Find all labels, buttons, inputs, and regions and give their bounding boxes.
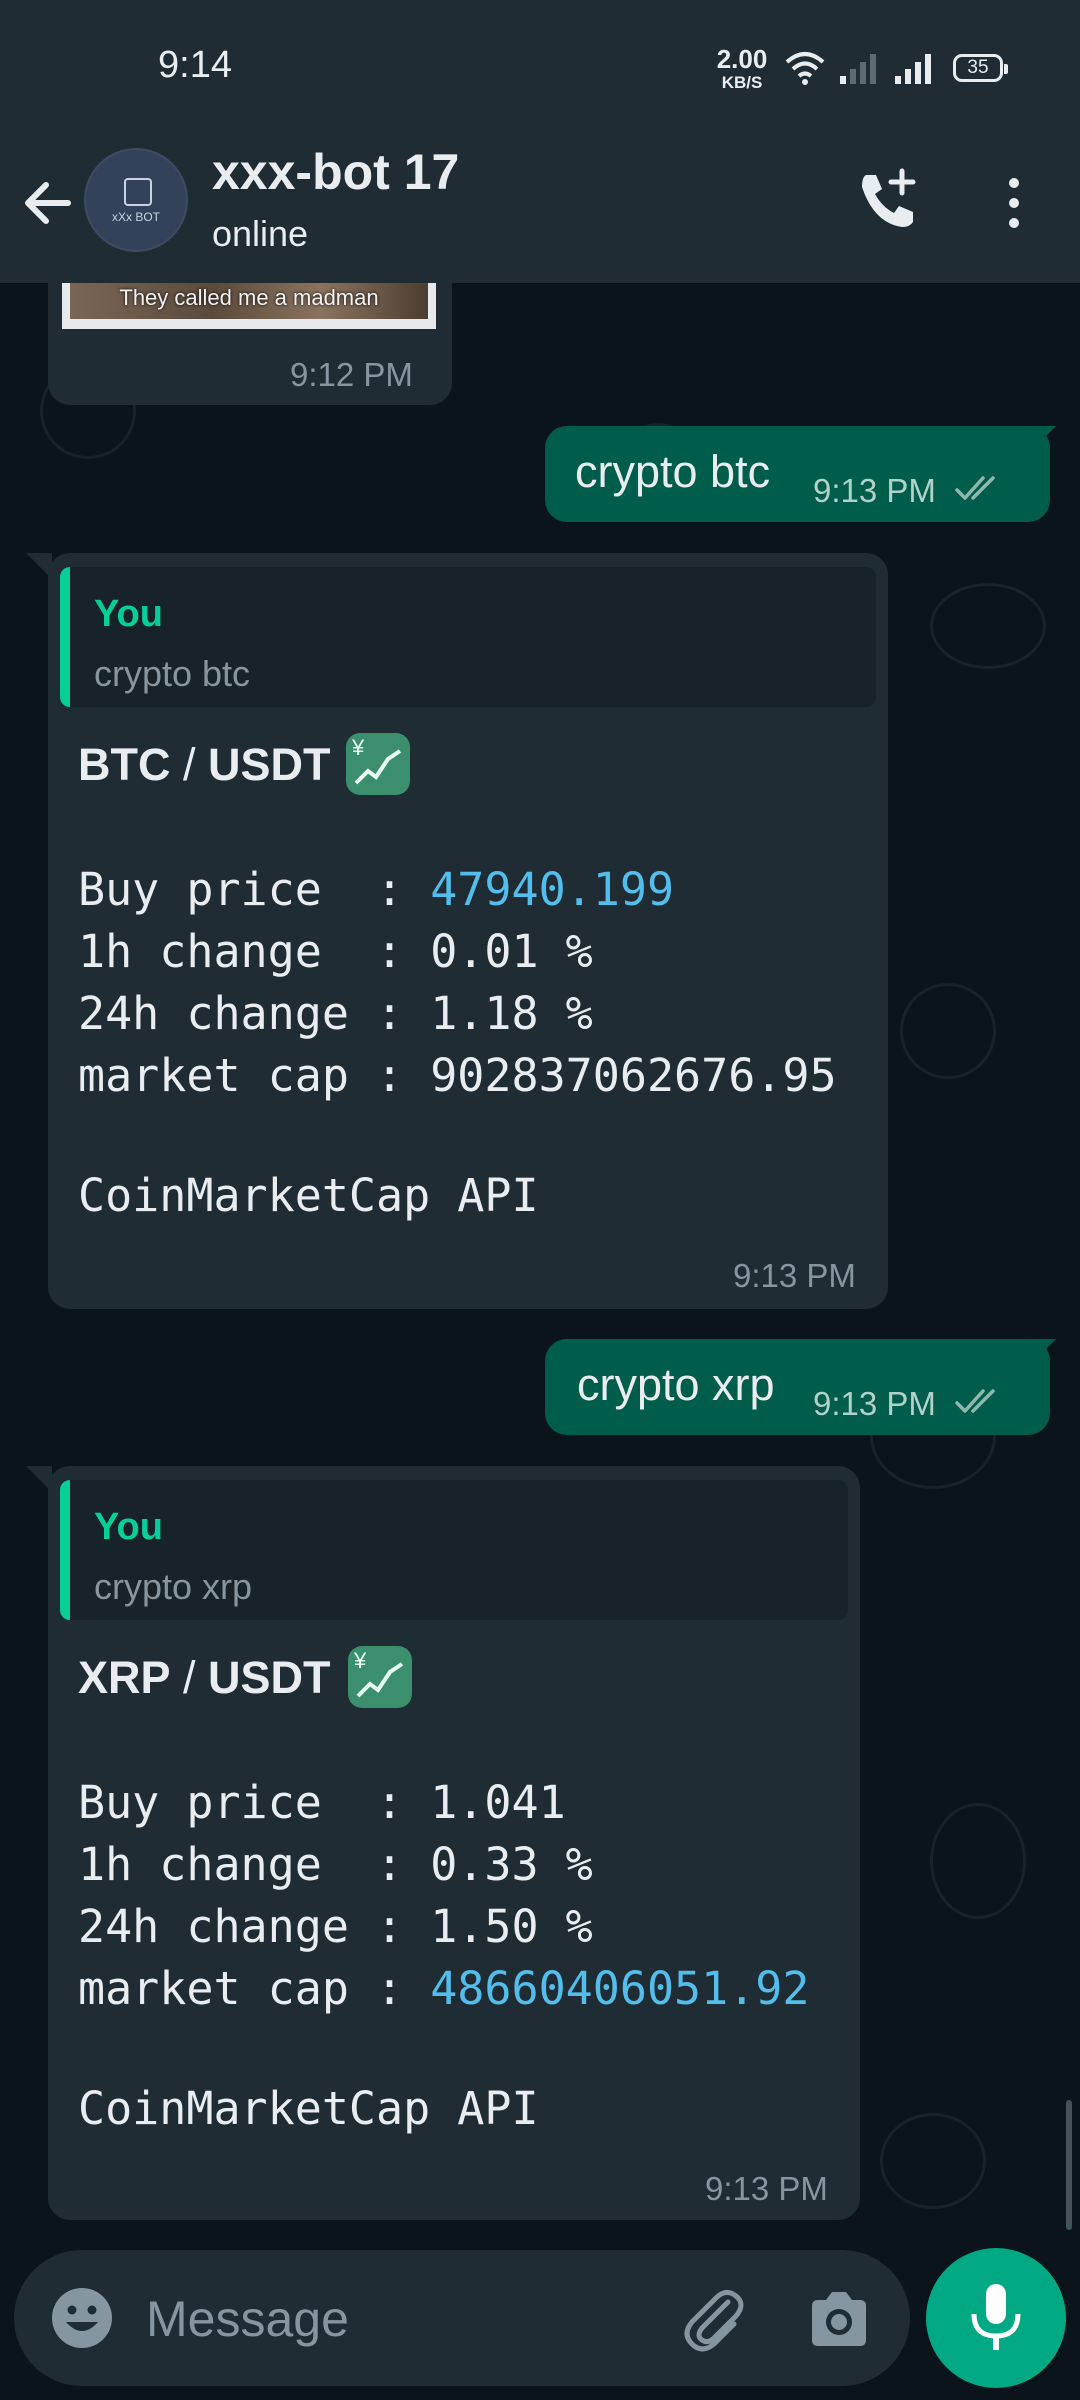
source-label: CoinMarketCap API [78, 1169, 539, 1222]
contact-name[interactable]: xxx-bot 17 [212, 143, 459, 201]
quoted-message[interactable]: You crypto btc [60, 567, 876, 707]
more-options-icon[interactable] [996, 173, 1032, 233]
network-speed-unit: KB/S [721, 73, 763, 92]
avatar[interactable]: xXx BOT [84, 148, 188, 252]
add-call-icon[interactable] [852, 165, 922, 235]
quoted-message[interactable]: You crypto xrp [60, 1480, 848, 1620]
price-link[interactable]: 47940.199 [430, 863, 674, 916]
message-incoming[interactable]: You crypto btc BTC / USDT ¥ Buy price : … [48, 553, 888, 1309]
pair-separator: / [170, 739, 208, 790]
camera-icon[interactable] [804, 2284, 874, 2354]
read-receipt-icon [955, 476, 995, 500]
change-24h-row: 24h change : 1.18 % [78, 987, 593, 1040]
emoji-icon[interactable] [50, 2286, 114, 2350]
pair-title: BTC / USDT [78, 739, 331, 791]
pair-quote: USDT [208, 739, 331, 790]
market-cap-row: market cap : 902837062676.95 [78, 1049, 837, 1102]
price-row: Buy price : 1.041 [78, 1776, 566, 1829]
signal-weak-icon [840, 54, 876, 84]
change-24h-row: 24h change : 1.50 % [78, 1900, 593, 1953]
source-label: CoinMarketCap API [78, 2082, 539, 2135]
pair-title: XRP / USDT [78, 1652, 331, 1704]
quote-text: crypto btc [94, 653, 251, 694]
clock: 9:14 [158, 44, 232, 86]
chat-header: xXx BOT xxx-bot 17 online [0, 135, 1080, 283]
pair-quote: USDT [208, 1652, 331, 1703]
message-time: 9:13 PM [733, 1257, 856, 1294]
chip-icon [124, 178, 152, 206]
message-text: crypto btc [575, 446, 771, 497]
message-text: crypto xrp [577, 1359, 775, 1410]
attach-icon[interactable] [674, 2280, 752, 2358]
quote-text: crypto xrp [94, 1566, 253, 1607]
message-incoming[interactable]: You crypto xrp XRP / USDT ¥ Buy price : … [48, 1466, 860, 2220]
message-time: 9:13 PM [813, 1385, 936, 1422]
market-cap-row: market cap : 48660406051.92 [78, 1962, 810, 2015]
message-time: 9:13 PM [705, 2170, 828, 2207]
back-arrow-icon[interactable] [18, 173, 78, 233]
voice-message-button[interactable] [926, 2248, 1066, 2388]
scrollbar[interactable] [1066, 2100, 1072, 2230]
pair-base: BTC [78, 739, 171, 790]
change-1h-row: 1h change : 0.01 % [78, 925, 593, 978]
pair-separator: / [170, 1652, 209, 1703]
avatar-label: xXx BOT [111, 210, 160, 224]
message-time: 9:13 PM [813, 472, 936, 509]
read-receipt-icon [955, 1389, 995, 1413]
status-bar: 9:14 2.00 KB/S 35 [0, 0, 1080, 135]
message-outgoing[interactable]: crypto btc 9:13 PM [545, 426, 1050, 522]
price-row: Buy price : 47940.199 [78, 863, 675, 916]
message-time: 9:12 PM [290, 356, 413, 393]
contact-status: online [212, 213, 309, 254]
message-input[interactable]: Message [146, 2290, 349, 2348]
chart-increasing-yen-icon: ¥ [346, 733, 410, 795]
signal-strong-icon [895, 54, 931, 84]
pair-base: XRP [78, 1652, 171, 1703]
wifi-icon [785, 52, 825, 85]
message-composer: Message [14, 2250, 910, 2386]
chart-increasing-yen-icon: ¥ [348, 1646, 412, 1708]
network-speed: 2.00 KB/S [712, 46, 772, 91]
microphone-icon [971, 2284, 1021, 2350]
change-1h-row: 1h change : 0.33 % [78, 1838, 593, 1891]
image-caption: They called me a madman [119, 285, 379, 310]
battery-icon: 35 [953, 54, 1008, 82]
market-cap-link[interactable]: 48660406051.92 [430, 1962, 809, 2015]
quote-author: You [94, 593, 163, 635]
message-outgoing[interactable]: crypto xrp 9:13 PM [545, 1339, 1050, 1435]
network-speed-value: 2.00 [716, 44, 768, 74]
quote-author: You [94, 1506, 163, 1548]
